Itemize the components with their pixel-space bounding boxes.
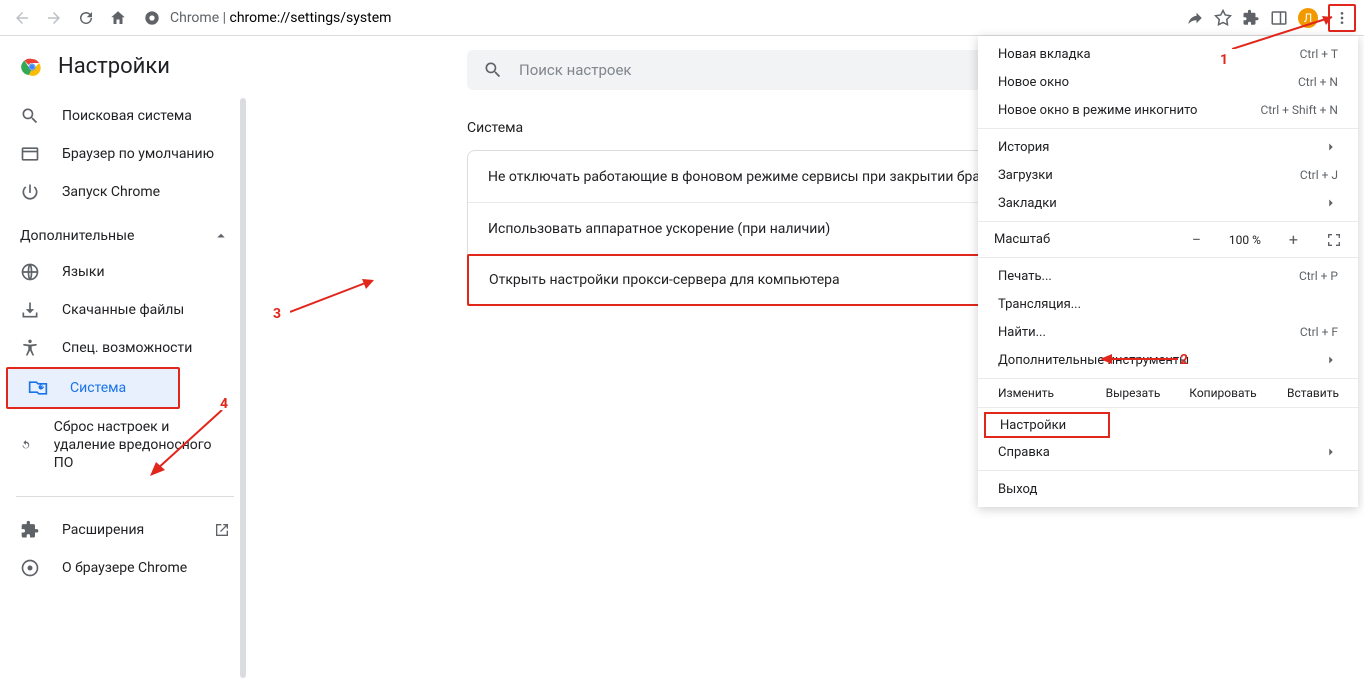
sidebar-item-label: Расширения [62, 522, 144, 538]
sidebar-item-system[interactable]: Система [6, 367, 180, 409]
sidebar-item-reset[interactable]: Сброс настроек и удаление вредоносного П… [0, 409, 250, 482]
sidebar-item-on-startup[interactable]: Запуск Chrome [0, 173, 250, 211]
chrome-icon [144, 10, 160, 26]
menu-bookmarks[interactable]: Закладки [978, 189, 1358, 217]
menu-cut[interactable]: Вырезать [1088, 379, 1178, 407]
sidebar-item-about[interactable]: О браузере Chrome [0, 549, 250, 587]
menu-copy[interactable]: Копировать [1178, 379, 1268, 407]
omnibox[interactable]: Chrome | chrome://settings/system [144, 3, 1174, 33]
chevron-right-icon [1324, 353, 1338, 367]
url-text: Chrome | chrome://settings/system [170, 10, 391, 26]
sidebar-item-label: Поисковая система [62, 108, 192, 124]
menu-cast[interactable]: Трансляция... [978, 290, 1358, 318]
search-icon [483, 60, 503, 80]
settings-sidebar: Настройки Поисковая система Браузер по у… [0, 36, 250, 694]
external-link-icon [214, 522, 230, 538]
share-icon[interactable] [1186, 9, 1204, 27]
sidebar-item-default-browser[interactable]: Браузер по умолчанию [0, 135, 250, 173]
menu-settings[interactable]: Настройки [984, 412, 1110, 438]
sidebar-item-downloads[interactable]: Скачанные файлы [0, 291, 250, 329]
chevron-right-icon [1324, 196, 1338, 210]
panel-icon[interactable] [1270, 9, 1288, 27]
sidebar-item-label: Система [70, 380, 126, 396]
sidebar-item-label: Спец. возможности [62, 340, 192, 356]
browser-toolbar: Chrome | chrome://settings/system Л [0, 0, 1364, 36]
zoom-value: 100 % [1229, 233, 1261, 247]
menu-edit-row: Изменить Вырезать Копировать Вставить [978, 378, 1358, 408]
sidebar-item-label: Запуск Chrome [62, 184, 160, 200]
menu-zoom: Масштаб−100 %+ [978, 226, 1358, 253]
zoom-out-button[interactable]: − [1186, 230, 1207, 249]
menu-downloads[interactable]: ЗагрузкиCtrl + J [978, 161, 1358, 189]
home-button[interactable] [104, 4, 132, 32]
forward-button[interactable] [40, 4, 68, 32]
sidebar-item-search-engine[interactable]: Поисковая система [0, 97, 250, 135]
sidebar-item-label: Языки [62, 264, 105, 280]
sidebar-item-label: Скачанные файлы [62, 302, 184, 318]
menu-history[interactable]: История [978, 133, 1358, 161]
sidebar-item-accessibility[interactable]: Спец. возможности [0, 329, 250, 367]
sidebar-item-label: Сброс настроек и удаление вредоносного П… [54, 418, 230, 473]
menu-incognito[interactable]: Новое окно в режиме инкогнитоCtrl + Shif… [978, 96, 1358, 124]
back-button[interactable] [8, 4, 36, 32]
sidebar-advanced-toggle[interactable]: Дополнительные [0, 211, 250, 253]
chevron-right-icon [1324, 445, 1338, 459]
menu-paste[interactable]: Вставить [1268, 379, 1358, 407]
sidebar-item-languages[interactable]: Языки [0, 253, 250, 291]
sidebar-scrollbar[interactable] [240, 98, 246, 678]
menu-new-tab[interactable]: Новая вкладкаCtrl + T [978, 40, 1358, 68]
menu-find[interactable]: Найти...Ctrl + F [978, 318, 1358, 346]
menu-exit[interactable]: Выход [978, 475, 1358, 503]
search-placeholder: Поиск настроек [519, 61, 632, 79]
chrome-logo-icon [20, 55, 44, 79]
sidebar-item-label: О браузере Chrome [62, 560, 187, 576]
chrome-menu: Новая вкладкаCtrl + T Новое окноCtrl + N… [978, 36, 1358, 507]
menu-more-tools[interactable]: Дополнительные инструменты [978, 346, 1358, 374]
reload-button[interactable] [72, 4, 100, 32]
sidebar-item-label: Браузер по умолчанию [62, 146, 214, 162]
settings-title: Настройки [58, 54, 170, 79]
zoom-in-button[interactable]: + [1283, 230, 1304, 249]
bookmark-star-icon[interactable] [1214, 9, 1232, 27]
sidebar-item-extensions[interactable]: Расширения [0, 511, 250, 549]
menu-edit-label: Изменить [978, 379, 1088, 407]
extensions-icon[interactable] [1242, 9, 1260, 27]
menu-print[interactable]: Печать...Ctrl + P [978, 262, 1358, 290]
menu-new-window[interactable]: Новое окноCtrl + N [978, 68, 1358, 96]
chevron-right-icon [1324, 140, 1338, 154]
menu-help[interactable]: Справка [978, 438, 1358, 466]
profile-avatar[interactable]: Л [1298, 8, 1318, 28]
fullscreen-icon[interactable] [1326, 232, 1342, 248]
chrome-menu-button[interactable] [1328, 4, 1356, 32]
